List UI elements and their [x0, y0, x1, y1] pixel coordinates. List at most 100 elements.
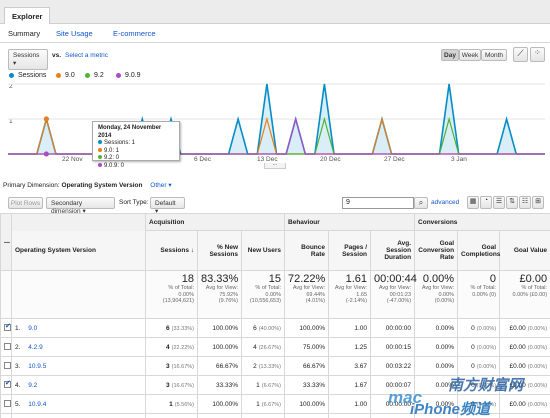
- month-button[interactable]: Month: [481, 49, 507, 61]
- sessions-value: 4: [166, 343, 170, 351]
- col-goal-value[interactable]: Goal Value: [499, 230, 550, 271]
- new-sessions-cell: 33.33%: [197, 375, 242, 395]
- line-chart-icon[interactable]: ⟋: [513, 47, 528, 62]
- col-os-version[interactable]: Operating System Version: [11, 230, 146, 271]
- row-checkbox[interactable]: [4, 322, 11, 332]
- gc-value: 0: [471, 324, 475, 332]
- watermark-text: iPhone频道: [410, 401, 491, 418]
- row-checkbox[interactable]: [4, 379, 11, 389]
- pages-cell: 1.00: [328, 318, 372, 338]
- term-cloud-icon[interactable]: ☷: [519, 196, 531, 209]
- sessions-cell: 1(5.56%): [145, 394, 198, 414]
- tab-explorer[interactable]: Explorer: [4, 7, 51, 24]
- search-icon[interactable]: ⌕: [414, 197, 428, 209]
- search-input[interactable]: 9: [342, 197, 414, 209]
- new-sessions-cell: 100.00%: [197, 413, 242, 418]
- table-row[interactable]: 3. 10.9.5 3 (16.67%) 66.67% 2 (13.33%) 66.67% 3…: [0, 356, 550, 376]
- metric-select[interactable]: Sessions ▾: [8, 49, 48, 70]
- total-value: 0.00%: [422, 273, 455, 285]
- advanced-link[interactable]: advanced: [431, 199, 459, 206]
- total-subtext: (-47.00%): [386, 298, 412, 304]
- sessions-value: 1: [169, 400, 173, 408]
- chart-collapse-handle[interactable]: ···: [264, 163, 286, 169]
- new-users-cell: 6 (40.00%): [240, 318, 286, 338]
- secondary-dimension-select[interactable]: Secondary dimension ▾: [46, 197, 115, 215]
- sessions-cell: 3 (16.67%): [145, 356, 198, 376]
- os-version-cell: 4. 9.2: [11, 375, 146, 395]
- tooltip-line: Sessions: 1: [98, 140, 174, 148]
- col-new-users[interactable]: New Users: [240, 230, 286, 271]
- comparison-view-icon[interactable]: ⇅: [506, 196, 518, 209]
- new-users-value: 2: [253, 362, 257, 370]
- plot-rows-button[interactable]: Plot Rows: [8, 197, 43, 209]
- gv-value: £0.00: [509, 324, 526, 332]
- performance-view-icon[interactable]: ☰: [493, 196, 505, 209]
- subnav-site-usage[interactable]: Site Usage: [56, 29, 93, 38]
- motion-chart-icon[interactable]: ⁘: [530, 47, 545, 62]
- new-users-value: 6: [253, 324, 257, 332]
- new-users-pct: (6.67%): [261, 382, 282, 389]
- sessions-value: 3: [166, 362, 170, 370]
- os-version-link[interactable]: 9.2: [28, 382, 37, 389]
- row-checkbox-cell[interactable]: [0, 394, 12, 414]
- os-version-link[interactable]: 10.9.4: [28, 401, 46, 408]
- legend-dot: [56, 73, 61, 78]
- sort-type-select[interactable]: Default ▾: [150, 197, 185, 215]
- gv-pct: (0.00%): [527, 382, 548, 389]
- gv-value: £0.00: [509, 343, 526, 351]
- col-sessions[interactable]: Sessions ↓: [145, 230, 198, 271]
- sessions-cell: 4 (22.22%): [145, 337, 198, 357]
- day-button[interactable]: Day: [441, 49, 459, 61]
- sessions-pct: (22.22%): [171, 344, 194, 351]
- sessions-cell: 1(5.56%): [145, 413, 198, 418]
- col-new-sessions[interactable]: % New Sessions: [197, 230, 242, 271]
- row-checkbox-cell[interactable]: [0, 318, 12, 338]
- total-subtext: (0.00%): [434, 298, 455, 304]
- pages-cell: 1.00: [328, 394, 372, 414]
- new-users-pct: (26.67%): [258, 344, 282, 351]
- legend-dot: [9, 73, 14, 78]
- pie-view-icon[interactable]: ◔: [480, 196, 492, 209]
- tooltip-line: 9.0: 1: [98, 147, 174, 156]
- row-checkbox-cell[interactable]: [0, 413, 12, 418]
- col-bounce-rate[interactable]: Bounce Rate: [284, 230, 330, 271]
- row-checkbox-cell[interactable]: [0, 337, 12, 357]
- select-metric-link[interactable]: Select a metric: [65, 52, 108, 59]
- chart-tooltip: Monday, 24 November 2014 Sessions: 1 9.0…: [92, 121, 180, 169]
- other-dimension-link[interactable]: Other: [150, 182, 166, 189]
- tooltip-line: 9.0.9: 0: [98, 162, 174, 171]
- new-sessions-cell: 100.00%: [197, 337, 242, 357]
- new-users-value: 1: [256, 381, 260, 389]
- col-goal-conv-rate[interactable]: Goal Conversion Rate: [414, 230, 459, 271]
- table-row[interactable]: 1. 9.06(33.33%)100.00%6(40.00%)100.00%1.…: [0, 318, 550, 338]
- table-view-icon[interactable]: ▦: [467, 196, 479, 209]
- row-checkbox[interactable]: [4, 400, 11, 408]
- new-users-cell: 1(6.67%): [240, 413, 286, 418]
- total-value: £0.00: [519, 273, 548, 285]
- table-row[interactable]: 2. 4.2.9 4 (22.22%) 100.00% 4 (26.67%) 75.00% 1…: [0, 337, 550, 357]
- x-tick: 3 Jan: [451, 156, 467, 163]
- row-checkbox[interactable]: [4, 343, 11, 351]
- col-avg-duration[interactable]: Avg. Session Duration: [370, 230, 416, 271]
- total-value: 0: [489, 273, 497, 285]
- total-subtext: Avg for View:: [421, 285, 455, 291]
- col-pages-session[interactable]: Pages / Session: [328, 230, 372, 271]
- pivot-view-icon[interactable]: ⊞: [532, 196, 544, 209]
- week-button[interactable]: Week: [459, 49, 481, 61]
- new-sessions-cell: 100.00%: [197, 318, 242, 338]
- sort-down-icon: ↓: [190, 247, 194, 254]
- legend-dot: [85, 73, 90, 78]
- row-checkbox[interactable]: [4, 362, 11, 370]
- os-version-link[interactable]: 9.0: [28, 325, 37, 332]
- row-checkbox-cell[interactable]: [0, 356, 12, 376]
- subnav-summary[interactable]: Summary: [8, 29, 40, 38]
- x-tick: 20 Dec: [320, 156, 341, 163]
- goal-conv-cell: 0.00%: [414, 318, 459, 338]
- row-checkbox-cell[interactable]: [0, 375, 12, 395]
- x-tick: 22 Nov: [62, 156, 83, 163]
- os-version-link[interactable]: 4.2.9: [28, 344, 42, 351]
- subnav-ecommerce[interactable]: E-commerce: [113, 29, 156, 38]
- sessions-chart[interactable]: [0, 80, 550, 160]
- os-version-link[interactable]: 10.9.5: [28, 363, 46, 370]
- col-goal-completions[interactable]: Goal Completions: [457, 230, 500, 271]
